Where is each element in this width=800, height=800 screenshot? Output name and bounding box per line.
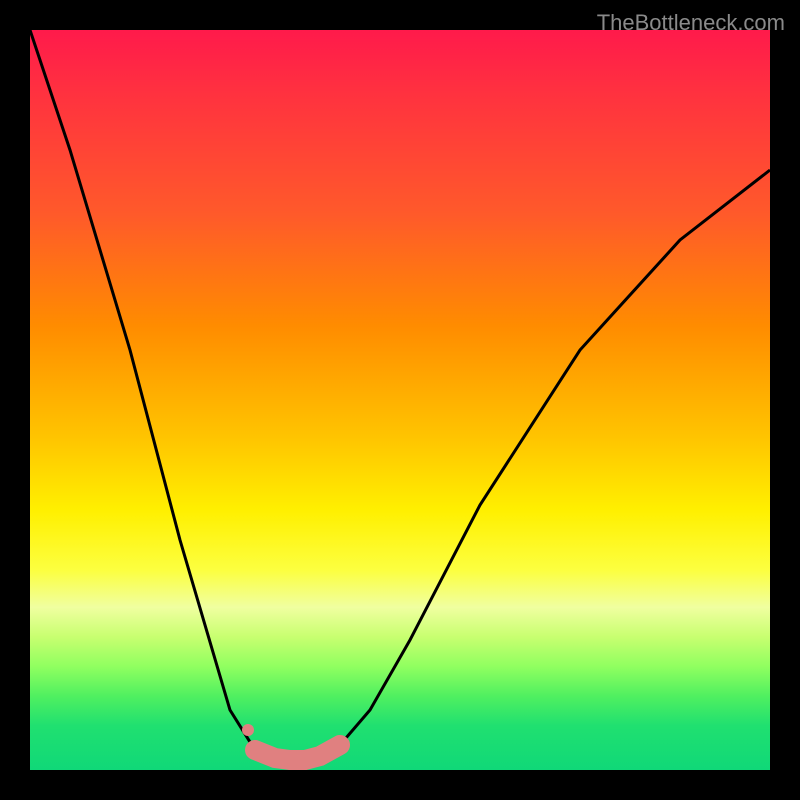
marker-band [255, 745, 340, 760]
bottleneck-curve-path [30, 30, 770, 760]
attribution-text: TheBottleneck.com [597, 10, 785, 36]
bottleneck-curve-svg [30, 30, 770, 770]
marker-top-dot [242, 724, 254, 736]
